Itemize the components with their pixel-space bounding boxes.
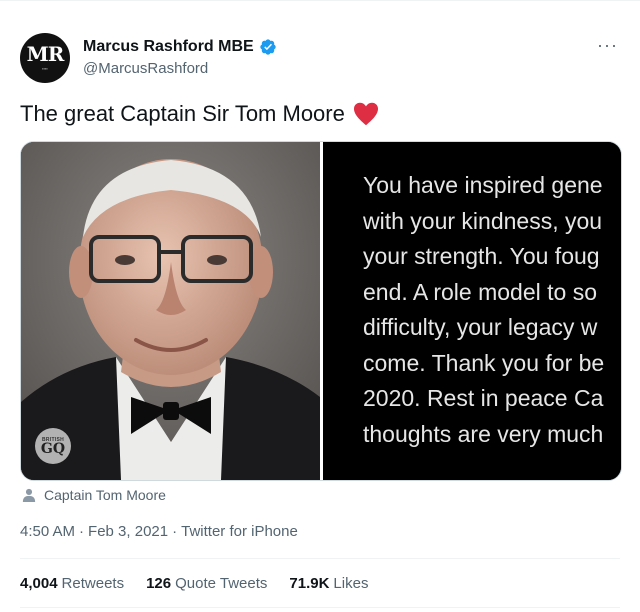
tagged-user-name[interactable]: Captain Tom Moore: [44, 487, 166, 503]
retweets-label: Retweets: [61, 575, 125, 592]
quote-line: with your kindness, you: [363, 207, 603, 234]
quote-line: come. Thank you for be: [363, 349, 605, 376]
engagement-stats: 4,004 Retweets 126 Quote Tweets 71.9K Likes: [20, 575, 368, 592]
meta-separator: ·: [172, 523, 178, 540]
tagged-user-row[interactable]: Captain Tom Moore: [22, 487, 166, 503]
person-icon: [22, 488, 36, 502]
portrait-photo[interactable]: BRITISH GQ: [21, 142, 323, 480]
quote-line: your strength. You foug: [363, 243, 600, 269]
tweet-source-link[interactable]: Twitter for iPhone: [181, 523, 298, 540]
avatar-decoration: ▪▪▪▪: [42, 66, 48, 71]
meta-separator: ·: [79, 523, 85, 540]
likes-count: 71.9K: [289, 575, 330, 592]
likes-label: Likes: [333, 575, 369, 592]
tweet-meta: 4:50 AM · Feb 3, 2021 · Twitter for iPho…: [20, 523, 298, 540]
tweet-text-row: The great Captain Sir Tom Moore: [20, 101, 379, 127]
tweet-card: MR ▪▪▪▪ Marcus Rashford MBE @MarcusRashf…: [0, 0, 640, 612]
more-options-icon[interactable]: ···: [597, 35, 618, 56]
quote-line: 2020. Rest in peace Ca: [363, 385, 604, 411]
author-block: Marcus Rashford MBE @MarcusRashford: [83, 38, 277, 77]
tweet-time-link[interactable]: 4:50 AM: [20, 523, 75, 540]
tweet-media[interactable]: BRITISH GQ You have inspired gene with y…: [20, 141, 622, 481]
quote-line: thoughts are very much: [363, 420, 604, 447]
red-heart-icon: [353, 102, 378, 126]
quote-image[interactable]: You have inspired gene with your kindnes…: [323, 142, 621, 480]
quote-tweets-label: Quote Tweets: [175, 575, 268, 592]
quote-line: You have inspired gene: [363, 172, 603, 198]
gq-logo-bottom: GQ: [40, 440, 66, 457]
author-name[interactable]: Marcus Rashford MBE: [83, 38, 254, 56]
divider: [20, 607, 620, 608]
tweet-date-link[interactable]: Feb 3, 2021: [88, 523, 168, 540]
avatar-monogram: MR: [26, 42, 65, 66]
quote-tweets-count: 126: [146, 575, 172, 592]
author-handle[interactable]: @MarcusRashford: [83, 60, 277, 77]
verified-badge-icon: [260, 39, 276, 55]
retweets-stat[interactable]: 4,004 Retweets: [20, 575, 124, 592]
avatar[interactable]: MR ▪▪▪▪: [20, 33, 70, 83]
likes-stat[interactable]: 71.9K Likes: [289, 575, 368, 592]
portrait-illustration: [21, 142, 320, 480]
tweet-text: The great Captain Sir Tom Moore: [20, 101, 345, 126]
retweets-count: 4,004: [20, 575, 58, 592]
quote-tweets-stat[interactable]: 126 Quote Tweets: [146, 575, 267, 592]
quote-line: difficulty, your legacy w: [363, 314, 598, 340]
divider: [20, 558, 620, 559]
gq-logo: BRITISH GQ: [35, 428, 71, 464]
quote-line: end. A role model to so: [363, 278, 597, 305]
